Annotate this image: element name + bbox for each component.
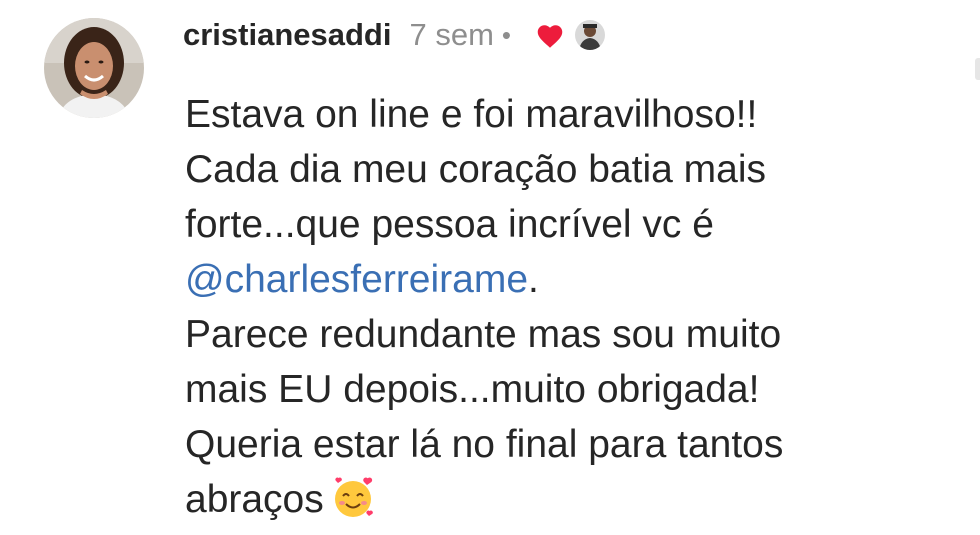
- comment-header: cristianesaddi 7 sem •: [183, 12, 606, 58]
- avatar[interactable]: [44, 18, 144, 118]
- mention-link[interactable]: @charlesferreirame: [185, 258, 528, 301]
- comment-line: Parece redundante mas sou muito: [185, 313, 782, 356]
- username-link[interactable]: cristianesaddi: [183, 17, 391, 53]
- comment-line: Queria estar lá no final para tantos: [185, 423, 784, 466]
- scroll-edge: [975, 58, 980, 80]
- timestamp: 7 sem: [409, 17, 494, 52]
- user-avatar-photo: [44, 18, 144, 118]
- liker-avatar[interactable]: [575, 20, 606, 50]
- comment-text: Estava on line e foi maravilhoso!! Cada …: [185, 87, 975, 527]
- heart-icon: [535, 22, 565, 49]
- comment-line: Cada dia meu coração batia mais: [185, 148, 766, 191]
- comment-line: mais EU depois...muito obrigada!: [185, 368, 760, 411]
- comment-line-text: abraços: [185, 478, 324, 521]
- separator-dot: •: [501, 20, 512, 50]
- mention-suffix: .: [528, 258, 539, 301]
- comment-line: forte...que pessoa incrível vc é: [185, 203, 714, 246]
- comment-line: @charlesferreirame.: [185, 252, 975, 307]
- comment-line: Estava on line e foi maravilhoso!!: [185, 93, 758, 136]
- smiling-face-with-hearts-icon: [330, 474, 376, 520]
- liker-avatar-photo: [575, 20, 606, 50]
- comment-line: abraços: [185, 472, 975, 527]
